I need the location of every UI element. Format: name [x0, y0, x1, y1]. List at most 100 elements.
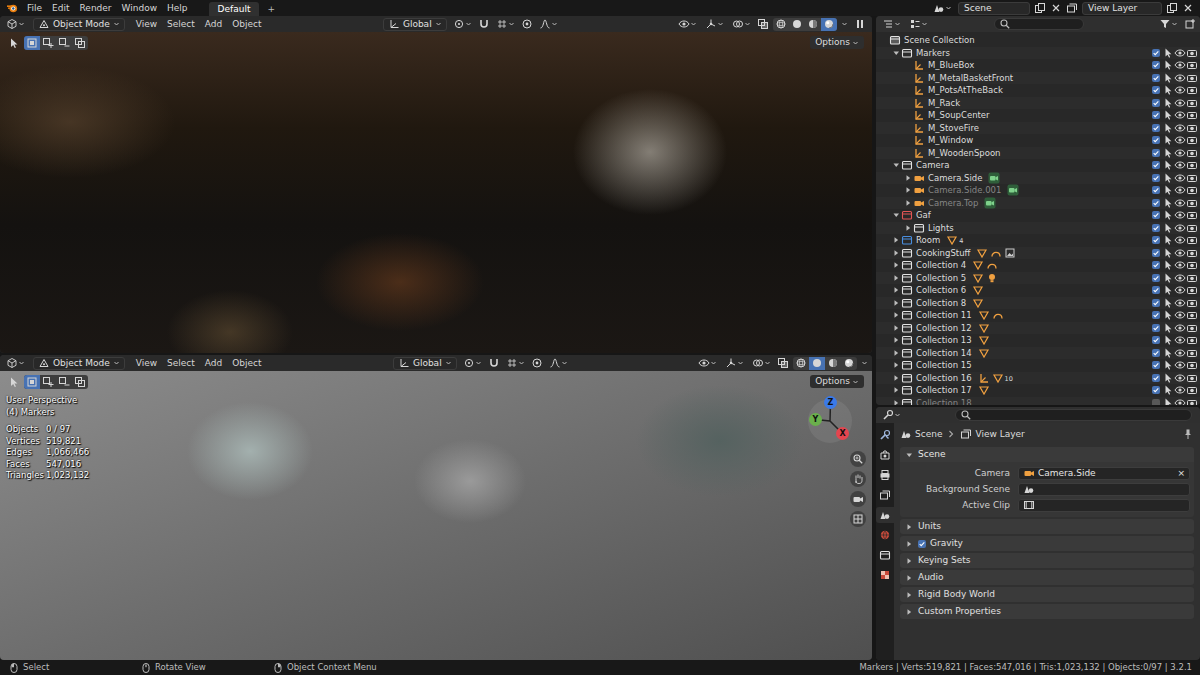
selectable-icon[interactable]	[1162, 397, 1174, 405]
add-workspace-button[interactable]: +	[263, 2, 279, 16]
visibility-icon[interactable]	[1174, 384, 1186, 396]
include-checkbox[interactable]	[1152, 49, 1160, 57]
render-visibility-icon[interactable]	[1186, 234, 1198, 246]
collection-icon[interactable]	[901, 272, 913, 284]
mode-dropdown[interactable]: Object Mode	[33, 18, 125, 31]
item-name[interactable]: M_MetalBasketFront	[928, 72, 1013, 85]
selectable-icon[interactable]	[1162, 384, 1174, 396]
gizmo-axis[interactable]: Y	[809, 413, 822, 426]
breadcrumb-item[interactable]: Scene	[915, 429, 942, 440]
visibility-icon[interactable]	[1174, 159, 1186, 171]
viewport-canvas[interactable]: Options	[0, 32, 872, 353]
item-name[interactable]: Collection 15	[916, 359, 972, 372]
item-name[interactable]: Collection 8	[916, 297, 966, 310]
visibility-icon[interactable]	[1174, 109, 1186, 121]
editor-type-button[interactable]	[880, 409, 903, 421]
collection-icon[interactable]	[901, 234, 913, 246]
clear-button[interactable]: ×	[1177, 468, 1185, 479]
field-input[interactable]	[1018, 483, 1190, 496]
solid-viewport[interactable]: Object ModeViewSelectAddObjectGlobalOpti…	[0, 355, 872, 660]
select-tool-icon[interactable]	[8, 37, 20, 49]
expand-toggle[interactable]	[892, 209, 901, 221]
visibility-icon[interactable]	[1174, 184, 1186, 196]
item-name[interactable]: Gaf	[916, 209, 931, 222]
proportional-edit-icon[interactable]	[531, 357, 543, 369]
render-visibility-icon[interactable]	[1186, 297, 1198, 309]
expand-toggle[interactable]	[892, 159, 901, 171]
selectable-icon[interactable]	[1162, 347, 1174, 359]
snap-magnet-icon[interactable]	[488, 357, 500, 369]
include-checkbox[interactable]	[1152, 386, 1160, 394]
collection-icon[interactable]	[901, 284, 913, 296]
empty-icon[interactable]	[913, 147, 925, 159]
selectable-icon[interactable]	[1162, 109, 1174, 121]
copy-view-layer-icon[interactable]	[1166, 2, 1178, 14]
include-checkbox[interactable]	[1152, 236, 1160, 244]
subpanel-header[interactable]: Audio	[900, 570, 1194, 585]
properties-editor[interactable]: SceneView LayerSceneCameraCamera.Side×Ba…	[876, 407, 1200, 660]
render-visibility-icon[interactable]	[1186, 47, 1198, 59]
selectable-icon[interactable]	[1162, 122, 1174, 134]
include-checkbox[interactable]	[1152, 136, 1160, 144]
outliner-row[interactable]: Camera.Side	[876, 172, 1200, 185]
empty-icon[interactable]	[913, 122, 925, 134]
collection-icon[interactable]	[901, 209, 913, 221]
scene-field[interactable]: Scene	[958, 2, 1030, 15]
visibility-icon[interactable]	[1174, 259, 1186, 271]
expand-toggle[interactable]	[892, 397, 901, 405]
subpanel-toggle[interactable]	[905, 538, 914, 550]
item-name[interactable]: Camera.Top	[928, 197, 978, 210]
mesh-icon[interactable]	[946, 234, 958, 246]
visibility-icon[interactable]	[1174, 97, 1186, 109]
render-visibility-icon[interactable]	[1186, 209, 1198, 221]
viewport-menu[interactable]: Object	[227, 19, 266, 30]
collection-icon[interactable]	[901, 347, 913, 359]
render-visibility-icon[interactable]	[1186, 334, 1198, 346]
visibility-icon[interactable]	[1174, 122, 1186, 134]
include-checkbox[interactable]	[1152, 99, 1160, 107]
selectable-icon[interactable]	[1162, 72, 1174, 84]
expand-toggle[interactable]	[892, 234, 901, 246]
collection-icon[interactable]	[901, 372, 913, 384]
mesh-icon[interactable]	[978, 334, 990, 346]
render-visibility-icon[interactable]	[1186, 59, 1198, 71]
collection-icon[interactable]	[901, 384, 913, 396]
gizmo-axis[interactable]: Z	[824, 396, 837, 409]
item-name[interactable]: Lights	[928, 222, 954, 235]
select-mode-button[interactable]	[40, 36, 56, 50]
proportional-edit-icon[interactable]	[521, 18, 533, 30]
include-checkbox[interactable]	[1152, 374, 1160, 382]
include-checkbox[interactable]	[1152, 299, 1160, 307]
item-name[interactable]: Camera.Side.001	[928, 184, 1001, 197]
empty-icon[interactable]	[913, 72, 925, 84]
scene-browse-button[interactable]	[931, 2, 954, 14]
shading-button[interactable]	[789, 18, 805, 31]
visibility-icon[interactable]	[1174, 247, 1186, 259]
ortho-toggle-button[interactable]	[850, 511, 866, 527]
outliner-row[interactable]: M_StoveFire	[876, 122, 1200, 135]
item-name[interactable]: Collection 4	[916, 259, 966, 272]
render-visibility-icon[interactable]	[1186, 197, 1198, 209]
subpanel-checkbox[interactable]	[918, 540, 926, 548]
collection-icon[interactable]	[901, 247, 913, 259]
select-mode-button[interactable]	[56, 375, 72, 389]
breadcrumb-item[interactable]: View Layer	[975, 429, 1024, 440]
outliner-row[interactable]: Collection 1610	[876, 372, 1200, 385]
item-name[interactable]: Collection 12	[916, 322, 972, 335]
select-mode-button[interactable]	[72, 375, 88, 389]
visibility-icon[interactable]	[1174, 272, 1186, 284]
selectable-icon[interactable]	[1162, 59, 1174, 71]
outliner-row[interactable]: Scene Collection	[876, 34, 1200, 47]
image-icon[interactable]	[1004, 247, 1016, 259]
camera-view-button[interactable]	[850, 491, 866, 507]
xray-toggle-icon[interactable]	[777, 357, 789, 369]
options-dropdown[interactable]: Options	[810, 36, 864, 49]
menu[interactable]: Help	[162, 0, 193, 16]
visibility-icon[interactable]	[1174, 209, 1186, 221]
include-checkbox[interactable]	[1152, 211, 1160, 219]
outliner-row[interactable]: Collection 14	[876, 347, 1200, 360]
include-checkbox[interactable]	[1152, 324, 1160, 332]
camera-icon[interactable]	[913, 172, 925, 184]
select-mode-button[interactable]	[24, 375, 40, 389]
visibility-icon[interactable]	[1174, 284, 1186, 296]
